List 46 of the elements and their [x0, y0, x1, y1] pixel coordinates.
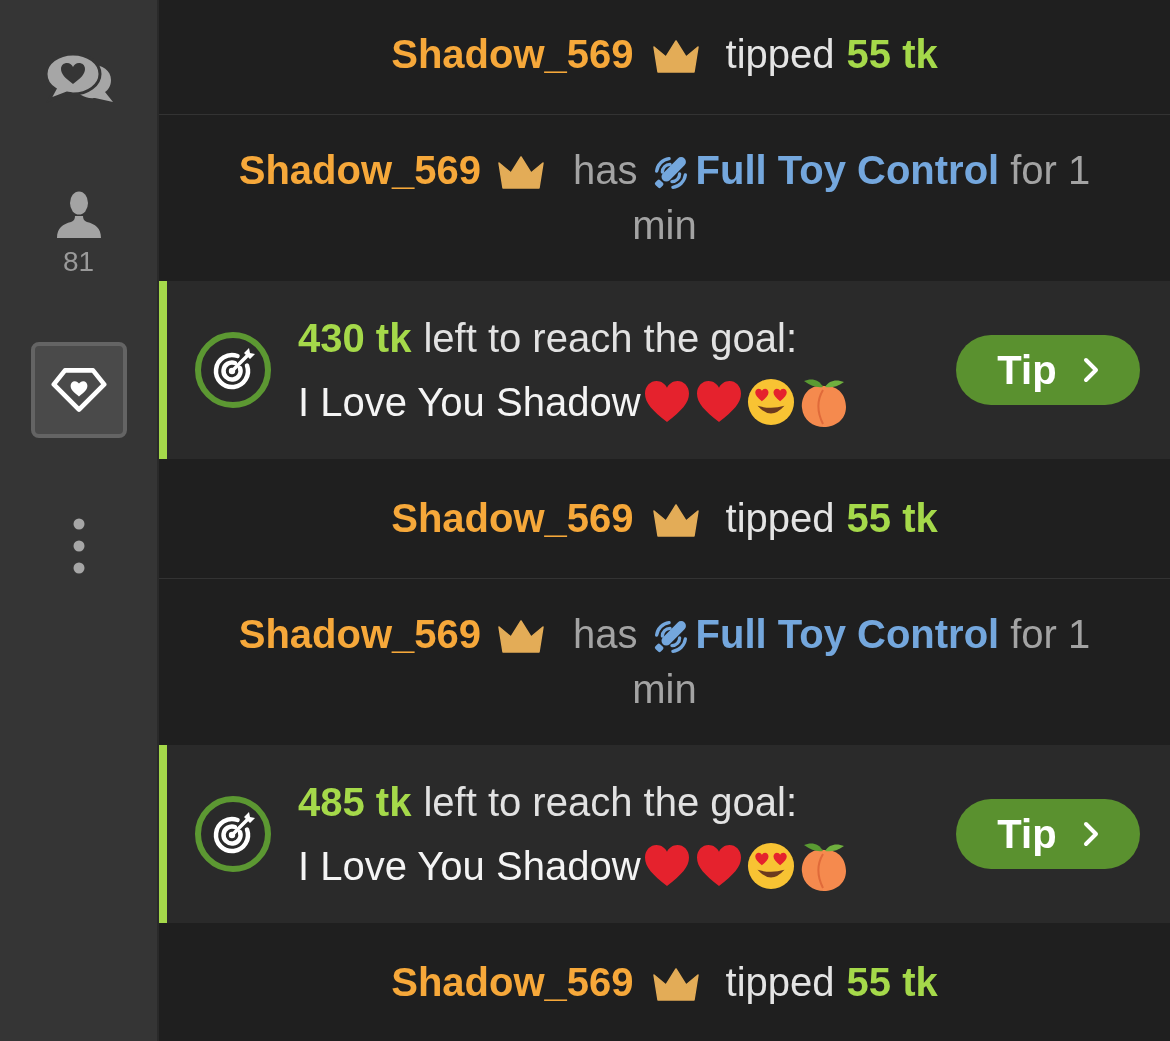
action-text: tipped — [725, 496, 835, 540]
chevron-right-icon — [1082, 821, 1099, 847]
target-icon — [194, 331, 272, 409]
duration-text: min — [632, 667, 697, 711]
tokens-button[interactable] — [30, 342, 127, 438]
heart-eyes-face-icon — [746, 842, 795, 890]
token-amount: 55 tk — [846, 496, 938, 540]
crown-icon — [651, 40, 700, 75]
goal-label: left to reach the goal: — [423, 315, 797, 362]
token-amount: 55 tk — [846, 960, 938, 1004]
heart-eyes-face-icon — [746, 378, 795, 426]
username: Shadow_569 — [391, 32, 634, 76]
token-amount: 55 tk — [846, 32, 938, 76]
goal-title: I Love You Shadow — [298, 379, 641, 426]
token-amount: 430 tk — [298, 315, 412, 362]
tip-button[interactable]: Tip — [956, 335, 1140, 405]
diamond-icon — [50, 367, 107, 413]
feature-name: Full Toy Control — [695, 148, 1000, 192]
action-text: has — [573, 148, 638, 192]
action-text: tipped — [725, 960, 835, 1004]
action-text: tipped — [725, 32, 835, 76]
username: Shadow_569 — [238, 612, 482, 656]
username: Shadow_569 — [238, 148, 482, 192]
goal-label: left to reach the goal: — [423, 779, 797, 826]
username: Shadow_569 — [391, 960, 634, 1004]
chevron-right-icon — [1082, 357, 1099, 383]
crown-icon — [497, 156, 546, 191]
target-icon — [194, 795, 272, 873]
duration-text: for 1 — [1010, 148, 1091, 192]
heart-icon — [642, 844, 691, 888]
viewers-button[interactable]: 81 — [30, 164, 127, 304]
more-icon — [72, 518, 85, 574]
action-text: has — [573, 612, 638, 656]
heart-icon — [694, 844, 743, 888]
heart-icon — [694, 380, 743, 424]
token-amount: 485 tk — [298, 779, 412, 826]
feature-name: Full Toy Control — [695, 612, 1000, 656]
tip-button[interactable]: Tip — [956, 799, 1140, 869]
goal-title: I Love You Shadow — [298, 843, 641, 890]
crown-icon — [651, 504, 700, 539]
heart-icon — [642, 380, 691, 424]
duration-text: min — [632, 203, 697, 247]
duration-text: for 1 — [1010, 612, 1091, 656]
crown-icon — [651, 968, 700, 1003]
username: Shadow_569 — [391, 496, 634, 540]
crown-icon — [497, 620, 546, 655]
